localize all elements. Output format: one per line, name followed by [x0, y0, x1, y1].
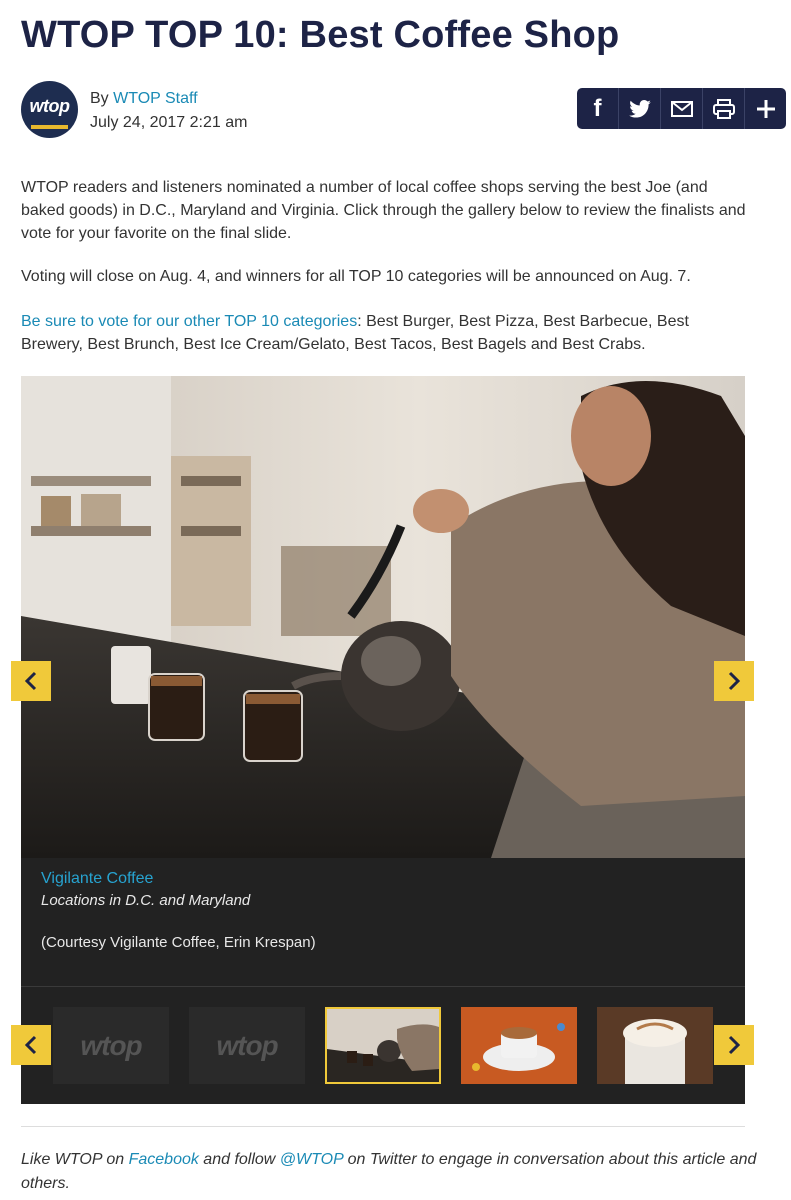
chevron-left-icon	[24, 1035, 37, 1055]
wtop-logo-placeholder: wtop	[216, 1029, 278, 1061]
twitter-share-button[interactable]	[619, 88, 661, 129]
share-toolbar: f	[577, 88, 786, 129]
thumbnail-coffee-pour	[327, 1009, 439, 1082]
twitter-handle-link[interactable]: @WTOP	[280, 1151, 343, 1168]
facebook-share-button[interactable]: f	[577, 88, 619, 129]
chevron-right-icon	[728, 1035, 741, 1055]
caption-subtitle: Locations in D.C. and Maryland	[41, 892, 251, 909]
plus-icon	[756, 99, 775, 118]
gallery-next-button[interactable]	[714, 661, 754, 701]
more-share-button[interactable]	[745, 88, 786, 129]
wtop-logo-placeholder: wtop	[80, 1029, 142, 1061]
thumbnail-2[interactable]: wtop	[189, 1007, 305, 1084]
social-follow-note: Like WTOP on Facebook and follow @WTOP o…	[21, 1148, 761, 1196]
wtop-logo-text: wtop	[29, 96, 71, 116]
content-divider	[21, 1126, 745, 1127]
voting-paragraph: Voting will close on Aug. 4, and winners…	[21, 268, 691, 285]
thumbnail-strip: wtop wtop	[21, 986, 745, 1104]
follow-text-1: Like WTOP on	[21, 1151, 129, 1168]
publish-date: July 24, 2017 2:21 am	[90, 114, 248, 131]
thumbnail-mocha	[597, 1007, 713, 1084]
categories-link[interactable]: Be sure to vote for our other TOP 10 cat…	[21, 313, 357, 330]
print-button[interactable]	[703, 88, 745, 129]
caption-credit: (Courtesy Vigilante Coffee, Erin Krespan…	[41, 934, 316, 951]
thumbnail-prev-button[interactable]	[11, 1025, 51, 1065]
gallery-prev-button[interactable]	[11, 661, 51, 701]
facebook-icon: f	[593, 94, 602, 122]
thumbnail-next-button[interactable]	[714, 1025, 754, 1065]
gallery-main-photo[interactable]	[21, 376, 745, 858]
page-title: WTOP TOP 10: Best Coffee Shop	[21, 14, 620, 56]
thumbnail-3-active[interactable]	[325, 1007, 441, 1084]
by-prefix: By	[90, 90, 114, 107]
author-line: By WTOP Staff	[90, 90, 198, 108]
email-icon	[670, 100, 693, 117]
print-icon	[712, 98, 735, 119]
thumbnail-1[interactable]: wtop	[53, 1007, 169, 1084]
thumbnail-4[interactable]	[461, 1007, 577, 1084]
logo-accent-bar	[31, 125, 68, 129]
author-avatar[interactable]: wtop	[21, 81, 78, 138]
thumbnail-latte	[461, 1007, 577, 1084]
email-share-button[interactable]	[661, 88, 703, 129]
facebook-link[interactable]: Facebook	[129, 1151, 199, 1168]
gallery-caption: Vigilante Coffee Locations in D.C. and M…	[21, 858, 745, 986]
thumbnail-5[interactable]	[597, 1007, 713, 1084]
chevron-left-icon	[24, 671, 37, 691]
photo-gallery: Vigilante Coffee Locations in D.C. and M…	[11, 376, 754, 1104]
coffee-pour-photo	[21, 376, 745, 858]
categories-paragraph: Be sure to vote for our other TOP 10 cat…	[21, 310, 751, 356]
twitter-icon	[628, 99, 651, 118]
author-link[interactable]: WTOP Staff	[113, 90, 197, 107]
chevron-right-icon	[728, 671, 741, 691]
intro-paragraph: WTOP readers and listeners nominated a n…	[21, 179, 746, 242]
caption-title: Vigilante Coffee	[41, 870, 154, 887]
follow-text-2: and follow	[198, 1151, 280, 1168]
